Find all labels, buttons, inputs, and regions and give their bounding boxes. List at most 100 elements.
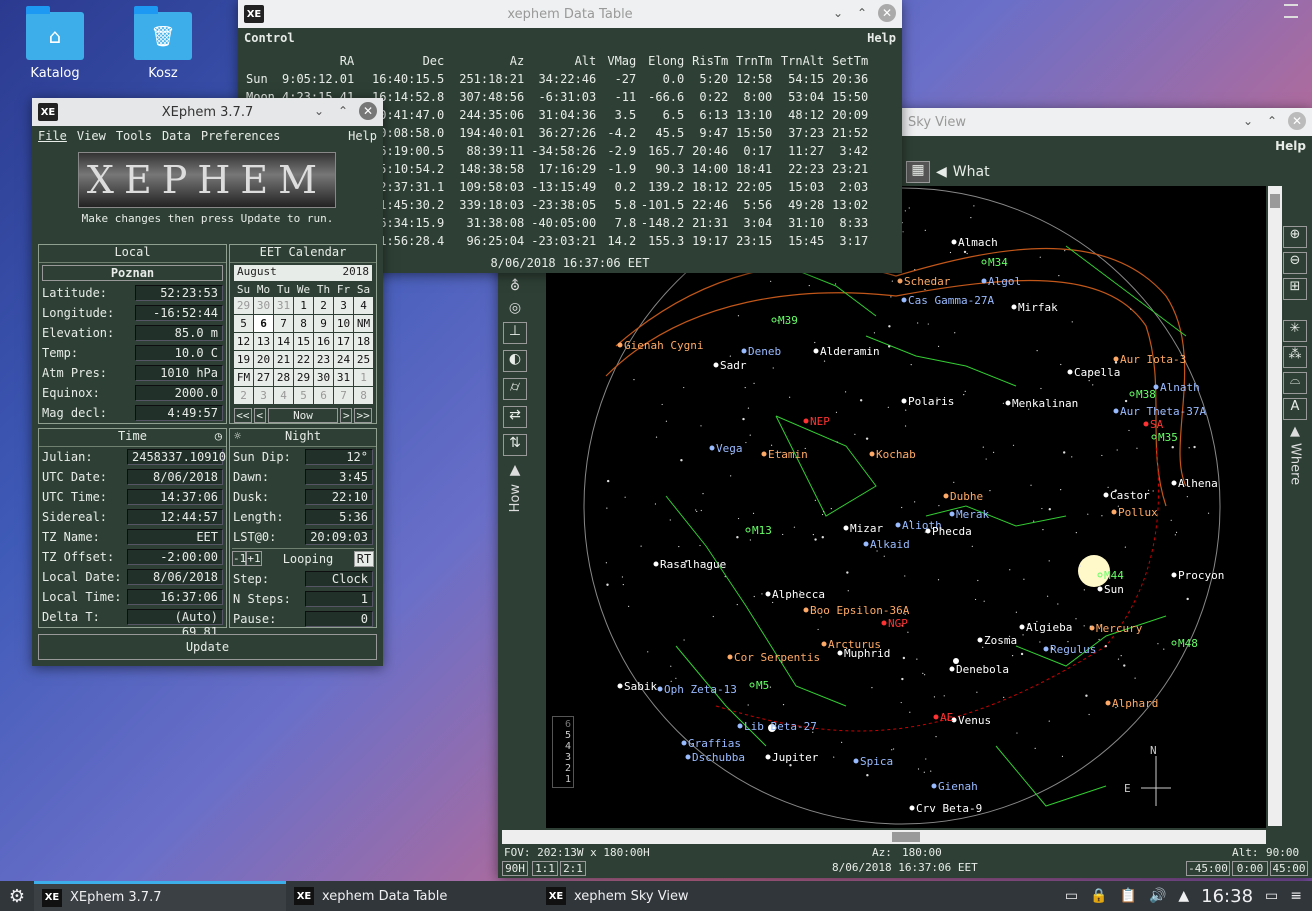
sky-label[interactable]: Procyon xyxy=(1178,569,1224,582)
calendar-day[interactable]: 5 xyxy=(294,387,313,404)
sky-object[interactable] xyxy=(727,654,733,660)
sky-label[interactable]: Dschubba xyxy=(692,751,745,764)
calendar-day[interactable]: 19 xyxy=(234,351,253,368)
sky-object[interactable] xyxy=(1019,624,1025,630)
menu-help[interactable]: Help xyxy=(348,129,377,143)
sky-object[interactable] xyxy=(653,561,659,567)
sky-label[interactable]: NGP xyxy=(888,617,908,630)
telescope-icon[interactable]: ⛢ xyxy=(510,278,520,294)
menu-file[interactable]: File xyxy=(38,129,67,143)
field-value[interactable]: 8/06/2018 xyxy=(127,569,223,585)
minimize-icon[interactable]: ⌄ xyxy=(830,6,846,20)
calendar-day[interactable]: 27 xyxy=(254,369,273,386)
datatable-titlebar[interactable]: XE xephem Data Table ⌄ ⌃ ✕ xyxy=(238,0,902,28)
field-value[interactable]: 5:36 xyxy=(305,509,373,525)
next-year-button[interactable]: >> xyxy=(354,408,373,423)
sky-object[interactable] xyxy=(681,740,687,746)
sky-object[interactable] xyxy=(765,591,771,597)
calendar-day[interactable]: 7 xyxy=(274,315,293,332)
calendar-day[interactable]: 1 xyxy=(294,297,313,314)
field-value[interactable]: 1 xyxy=(305,591,373,607)
sky-label[interactable]: Aur Iota-3 xyxy=(1120,353,1186,366)
sky-label[interactable]: Jupiter xyxy=(772,751,819,764)
sky-object[interactable] xyxy=(1151,434,1157,440)
field-value[interactable]: -16:52:44 xyxy=(135,305,223,321)
field-value[interactable]: 4:49:57 xyxy=(135,405,223,421)
field-value[interactable]: (Auto) 69.81 xyxy=(127,609,223,639)
close-icon[interactable]: ✕ xyxy=(359,102,377,120)
field-value[interactable]: 8/06/2018 xyxy=(127,469,223,485)
sky-label[interactable]: Gienah xyxy=(938,780,978,793)
sky-object[interactable] xyxy=(1043,646,1049,652)
what-label[interactable]: What xyxy=(953,164,990,180)
prev-year-button[interactable]: << xyxy=(234,408,252,423)
sky-label[interactable]: Rasalhague xyxy=(660,558,726,571)
calendar-day[interactable]: 21 xyxy=(274,351,293,368)
sky-object[interactable] xyxy=(1111,509,1117,515)
maximize-icon[interactable]: ⌃ xyxy=(854,6,870,20)
calendar-day[interactable]: 23 xyxy=(314,351,333,368)
field-value[interactable]: 10.0 C xyxy=(135,345,223,361)
where-arrow-icon[interactable]: ▲ xyxy=(1290,424,1300,439)
calendar-day[interactable]: 17 xyxy=(334,333,353,350)
sky-object[interactable] xyxy=(933,714,939,720)
desktop-icon-kosz[interactable]: 🗑 Kosz xyxy=(118,6,208,81)
sky-map[interactable]: M31AlmachM34AlgolSchedarCas Gamma-27AMir… xyxy=(546,186,1266,828)
sky-object[interactable] xyxy=(1171,572,1177,578)
sky-object[interactable] xyxy=(1113,356,1119,362)
calendar-day[interactable]: 22 xyxy=(294,351,313,368)
field-value[interactable]: Clock xyxy=(305,571,373,587)
field-value[interactable]: 3:45 xyxy=(305,469,373,485)
calendar-year[interactable]: 2018 xyxy=(343,265,370,281)
xephem-titlebar[interactable]: XE XEphem 3.7.7 ⌄ ⌃ ✕ xyxy=(32,98,383,126)
field-value[interactable]: 22:10 xyxy=(305,489,373,505)
sky-label[interactable]: Mercury xyxy=(1096,622,1143,635)
alt-plus-45-button[interactable]: 45:00 xyxy=(1270,861,1308,876)
sky-object[interactable] xyxy=(949,666,955,672)
sky-object[interactable] xyxy=(881,620,887,626)
sun-icon[interactable]: ☼ xyxy=(234,429,241,443)
field-value[interactable]: -2:00:00 xyxy=(127,549,223,565)
sky-object[interactable] xyxy=(685,754,691,760)
scrollbar-thumb[interactable] xyxy=(892,832,920,842)
sky-object[interactable] xyxy=(737,723,743,729)
panel-menu-icon[interactable]: ≡ xyxy=(1290,888,1302,904)
sky-label[interactable]: Alderamin xyxy=(820,345,880,358)
sky-object[interactable] xyxy=(1011,304,1017,310)
clock[interactable]: 16:38 xyxy=(1201,886,1253,907)
sky-label[interactable]: Regulus xyxy=(1050,643,1096,656)
cylinder-icon[interactable]: ⌭ xyxy=(503,378,527,400)
sky-label[interactable]: Alkaid xyxy=(870,538,910,551)
sky-label[interactable]: Polaris xyxy=(908,395,954,408)
sky-label[interactable]: Kochab xyxy=(876,448,916,461)
sky-object[interactable] xyxy=(1129,391,1135,397)
sky-label[interactable]: NEP xyxy=(810,415,830,428)
calendar-day[interactable]: 9 xyxy=(314,315,333,332)
calendar-day[interactable]: 31 xyxy=(274,297,293,314)
field-value[interactable]: EET xyxy=(127,529,223,545)
calendar-day[interactable]: 15 xyxy=(294,333,313,350)
sky-object[interactable] xyxy=(931,783,937,789)
star-icon[interactable]: ✳ xyxy=(1283,320,1307,342)
what-arrow-icon[interactable]: ◀ xyxy=(936,164,947,180)
sky-object[interactable] xyxy=(869,451,875,457)
task-skyview[interactable]: XE xephem Sky View xyxy=(538,881,790,911)
sky-label[interactable]: Spica xyxy=(860,755,893,768)
field-value[interactable]: 16:37:06 xyxy=(127,589,223,605)
sky-object[interactable] xyxy=(1067,369,1073,375)
sky-label[interactable]: Alphecca xyxy=(772,588,825,601)
calendar-day[interactable]: 6 xyxy=(314,387,333,404)
sky-object[interactable] xyxy=(981,278,987,284)
sky-label[interactable]: M5 xyxy=(756,679,769,692)
sky-label[interactable]: Sadr xyxy=(720,359,747,372)
calendar-day[interactable]: 20 xyxy=(254,351,273,368)
sky-object[interactable] xyxy=(981,259,987,265)
network-icon[interactable]: ▭ xyxy=(1065,888,1078,904)
calendar-day[interactable]: 16 xyxy=(314,333,333,350)
sky-label[interactable]: Gienah Cygni xyxy=(624,339,703,352)
sky-label[interactable]: Etamin xyxy=(768,448,808,461)
sky-object[interactable] xyxy=(1105,700,1111,706)
calendar-day[interactable]: 8 xyxy=(354,387,373,404)
calendar-day[interactable]: 4 xyxy=(354,297,373,314)
nebula-icon[interactable]: ◎ xyxy=(509,300,521,316)
